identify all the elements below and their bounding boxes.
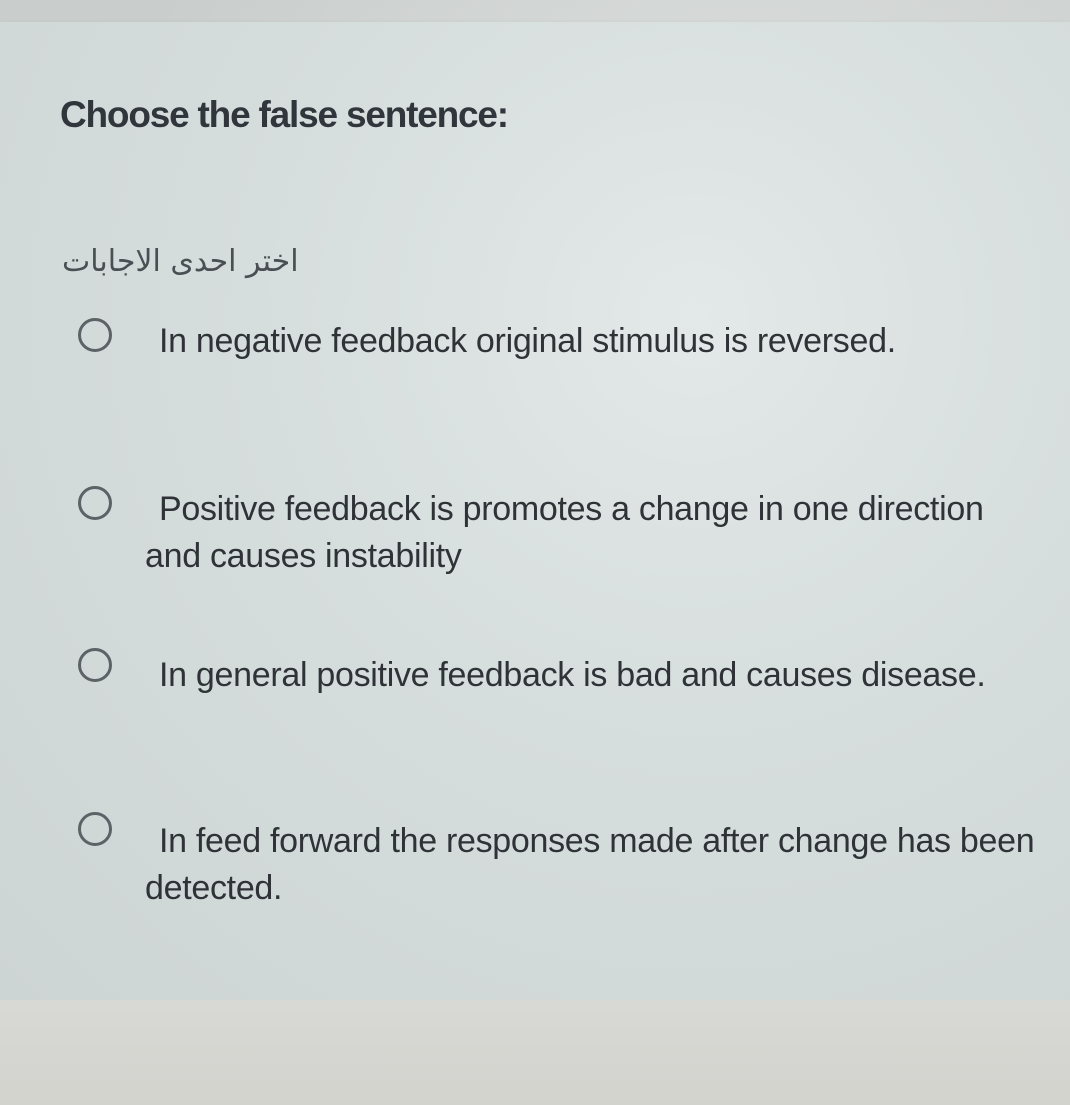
answer-option-2-label: Positive feedback is promotes a change i… [145,490,984,575]
answer-option-1-label: In negative feedback original stimulus i… [159,322,896,360]
answer-option-2[interactable]: Positive feedback is promotes a change i… [0,466,1070,586]
answer-option-4[interactable]: In feed forward the responses made after… [0,792,1070,912]
question-card: Choose the false sentence: اختر احدى الا… [0,22,1070,1000]
answer-option-3[interactable]: In general positive feedback is bad and … [0,628,1070,748]
page-bottom-area [0,1000,1070,1105]
radio-button-icon[interactable] [78,812,112,846]
question-title: Choose the false sentence: [60,94,509,135]
answer-option-1[interactable]: In negative feedback original stimulus i… [0,298,1070,418]
radio-button-icon[interactable] [78,648,112,682]
radio-button-icon[interactable] [78,318,112,352]
answer-option-3-label: In general positive feedback is bad and … [159,656,986,694]
question-instruction: اختر احدى الاجابات [62,244,299,279]
answer-option-4-label: In feed forward the responses made after… [145,822,1035,907]
radio-button-icon[interactable] [78,486,112,520]
